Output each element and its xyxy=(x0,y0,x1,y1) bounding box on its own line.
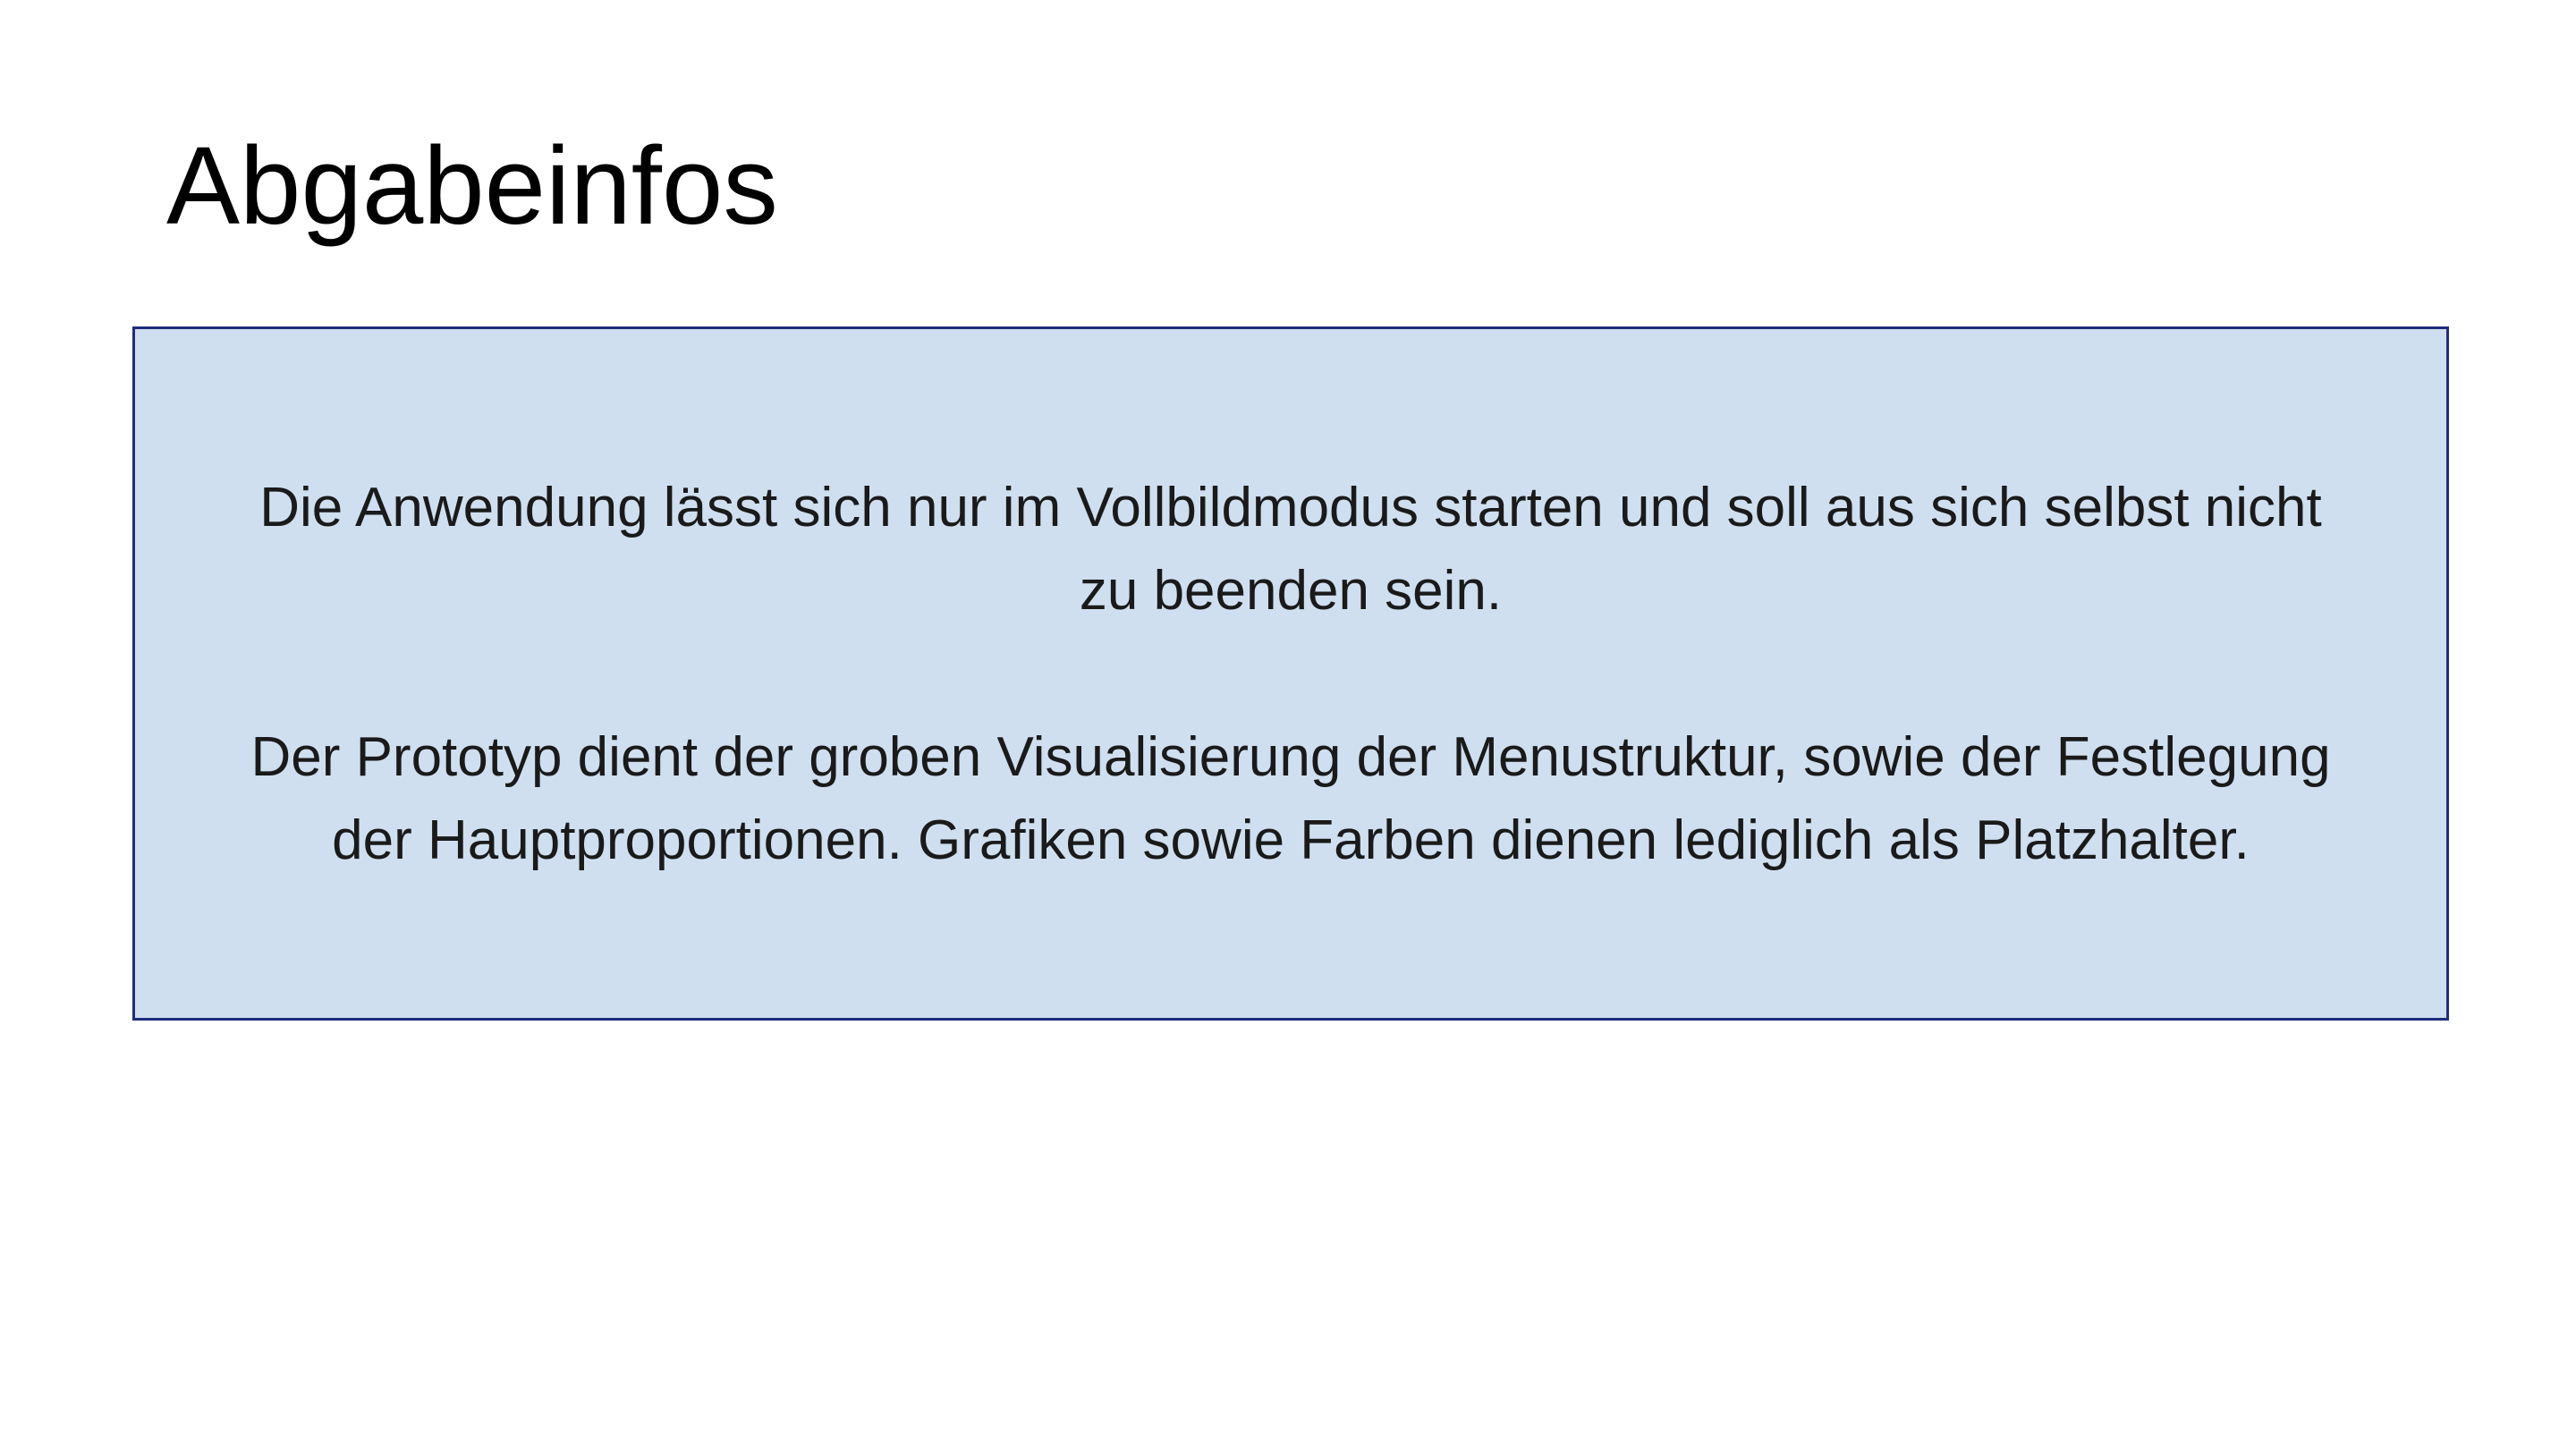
slide: Abgabeinfos Die Anwendung lässt sich nur… xyxy=(0,0,2576,1449)
info-paragraph-fullscreen: Die Anwendung lässt sich nur im Vollbild… xyxy=(259,476,2322,622)
info-paragraph-prototype: Der Prototyp dient der groben Visualisie… xyxy=(250,725,2331,871)
info-box: Die Anwendung lässt sich nur im Vollbild… xyxy=(132,326,2449,1021)
slide-title: Abgabeinfos xyxy=(166,125,778,248)
